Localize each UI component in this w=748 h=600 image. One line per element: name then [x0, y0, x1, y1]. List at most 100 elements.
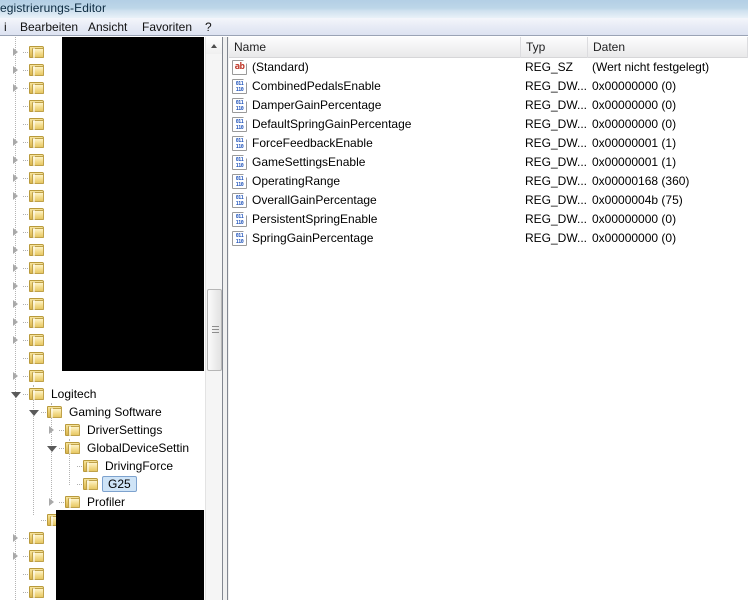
tree-item[interactable]: [0, 133, 53, 151]
tree-item-label: GlobalDeviceSettin: [87, 441, 190, 455]
tree-connector-icon: [23, 591, 28, 593]
folder-icon: [65, 495, 82, 509]
tree-connector-icon: [23, 141, 28, 143]
column-header-name[interactable]: Name: [229, 37, 521, 58]
table-row[interactable]: 011 110 DefaultSpringGainPercentage REG_DW.…: [229, 115, 748, 134]
triangle-down-icon[interactable]: [28, 407, 39, 418]
tree-item-label: DriverSettings: [87, 423, 163, 437]
spacer-icon: [10, 119, 21, 130]
tree-item[interactable]: DrivingForce: [0, 457, 175, 475]
menu-item-1[interactable]: Bearbeiten: [20, 20, 78, 34]
triangle-right-icon[interactable]: [10, 281, 21, 292]
folder-icon: [29, 189, 46, 203]
tree-connector-icon: [23, 159, 28, 161]
tree-item[interactable]: [0, 223, 53, 241]
triangle-right-icon[interactable]: [46, 497, 57, 508]
tree-item-selected[interactable]: G25: [0, 475, 137, 493]
table-row[interactable]: 011 110 SpringGainPercentage REG_DW... 0x000…: [229, 229, 748, 248]
tree-item[interactable]: [0, 115, 53, 133]
folder-icon: [29, 207, 46, 221]
scrollbar-thumb[interactable]: [207, 289, 222, 371]
list-column-header[interactable]: Name Typ Daten: [229, 37, 748, 58]
tree-connector-icon: [23, 231, 28, 233]
tree-connector-icon: [23, 303, 28, 305]
triangle-right-icon[interactable]: [46, 425, 57, 436]
triangle-right-icon[interactable]: [10, 227, 21, 238]
column-header-daten[interactable]: Daten: [588, 37, 748, 58]
triangle-right-icon[interactable]: [10, 533, 21, 544]
cell-typ: REG_SZ: [525, 60, 574, 74]
folder-icon: [47, 405, 64, 419]
table-row[interactable]: 011 110 DamperGainPercentage REG_DW... 0x000…: [229, 96, 748, 115]
folder-icon: [83, 477, 100, 491]
registry-values-list[interactable]: ab (Standard) REG_SZ (Wert nicht festgelegt…: [229, 58, 748, 248]
tree-item[interactable]: [0, 349, 53, 367]
menu-item-0[interactable]: i: [4, 20, 7, 34]
reg-dword-icon: 011 110: [232, 117, 247, 132]
tree-item[interactable]: [0, 43, 53, 61]
table-row[interactable]: 011 110 OverallGainPercentage REG_DW... 0x00…: [229, 191, 748, 210]
table-row[interactable]: 011 110 OperatingRange REG_DW... 0x00000168 …: [229, 172, 748, 191]
triangle-right-icon[interactable]: [10, 137, 21, 148]
spacer-icon: [10, 353, 21, 364]
triangle-right-icon[interactable]: [10, 245, 21, 256]
tree-item[interactable]: [0, 295, 53, 313]
registry-values-pane[interactable]: Name Typ Daten ab (Standard) REG_SZ (Wert nic…: [229, 37, 748, 600]
tree-item[interactable]: [0, 259, 53, 277]
menu-item-3[interactable]: Favoriten: [142, 20, 192, 34]
triangle-right-icon[interactable]: [10, 317, 21, 328]
tree-item[interactable]: [0, 187, 53, 205]
triangle-right-icon[interactable]: [10, 299, 21, 310]
triangle-right-icon[interactable]: [10, 191, 21, 202]
triangle-right-icon[interactable]: [10, 47, 21, 58]
tree-item[interactable]: Profiler: [0, 493, 127, 511]
triangle-down-icon[interactable]: [46, 443, 57, 454]
triangle-right-icon[interactable]: [10, 263, 21, 274]
tree-item[interactable]: DriverSettings: [0, 421, 164, 439]
tree-item[interactable]: [0, 583, 53, 600]
triangle-right-icon[interactable]: [10, 65, 21, 76]
pane-splitter[interactable]: [222, 37, 228, 600]
tree-item[interactable]: [0, 313, 53, 331]
tree-item[interactable]: [0, 547, 53, 565]
tree-item[interactable]: [0, 367, 53, 385]
triangle-right-icon[interactable]: [10, 173, 21, 184]
triangle-right-icon[interactable]: [10, 371, 21, 382]
triangle-down-icon[interactable]: [10, 389, 21, 400]
tree-item[interactable]: [0, 169, 53, 187]
tree-item[interactable]: [0, 61, 53, 79]
menu-item-2[interactable]: Ansicht: [88, 20, 127, 34]
folder-icon: [65, 441, 82, 455]
tree-item[interactable]: [0, 151, 53, 169]
tree-item[interactable]: [0, 205, 53, 223]
triangle-right-icon[interactable]: [10, 335, 21, 346]
cell-name: GameSettingsEnable: [252, 155, 366, 169]
client-area: Logitech Gaming Software DriverSettings Glo…: [0, 37, 748, 600]
triangle-right-icon[interactable]: [10, 155, 21, 166]
table-row[interactable]: 011 110 CombinedPedalsEnable REG_DW... 0x000…: [229, 77, 748, 96]
tree-item[interactable]: GlobalDeviceSettin: [0, 439, 191, 457]
tree-item[interactable]: [0, 331, 53, 349]
tree-item[interactable]: [0, 529, 53, 547]
menu-item-4[interactable]: ?: [205, 20, 212, 34]
tree-connector-icon: [23, 393, 28, 395]
reg-dword-icon: 011 110: [232, 193, 247, 208]
scroll-up-button[interactable]: [206, 37, 222, 54]
registry-tree-pane[interactable]: Logitech Gaming Software DriverSettings Glo…: [0, 37, 222, 600]
triangle-right-icon[interactable]: [10, 551, 21, 562]
tree-item[interactable]: [0, 97, 53, 115]
tree-item[interactable]: [0, 277, 53, 295]
table-row[interactable]: ab (Standard) REG_SZ (Wert nicht festgelegt…: [229, 58, 748, 77]
table-row[interactable]: 011 110 PersistentSpringEnable REG_DW... 0x0…: [229, 210, 748, 229]
tree-vertical-scrollbar[interactable]: [205, 37, 222, 600]
menu-bar[interactable]: i Bearbeiten Ansicht Favoriten?: [0, 18, 748, 36]
tree-item[interactable]: [0, 79, 53, 97]
table-row[interactable]: 011 110 ForceFeedbackEnable REG_DW... 0x0000…: [229, 134, 748, 153]
tree-item[interactable]: [0, 241, 53, 259]
tree-item[interactable]: Gaming Software: [0, 403, 164, 421]
tree-item[interactable]: [0, 565, 53, 583]
table-row[interactable]: 011 110 GameSettingsEnable REG_DW... 0x00000…: [229, 153, 748, 172]
column-header-typ[interactable]: Typ: [521, 37, 588, 58]
tree-item[interactable]: Logitech: [0, 385, 98, 403]
triangle-right-icon[interactable]: [10, 83, 21, 94]
